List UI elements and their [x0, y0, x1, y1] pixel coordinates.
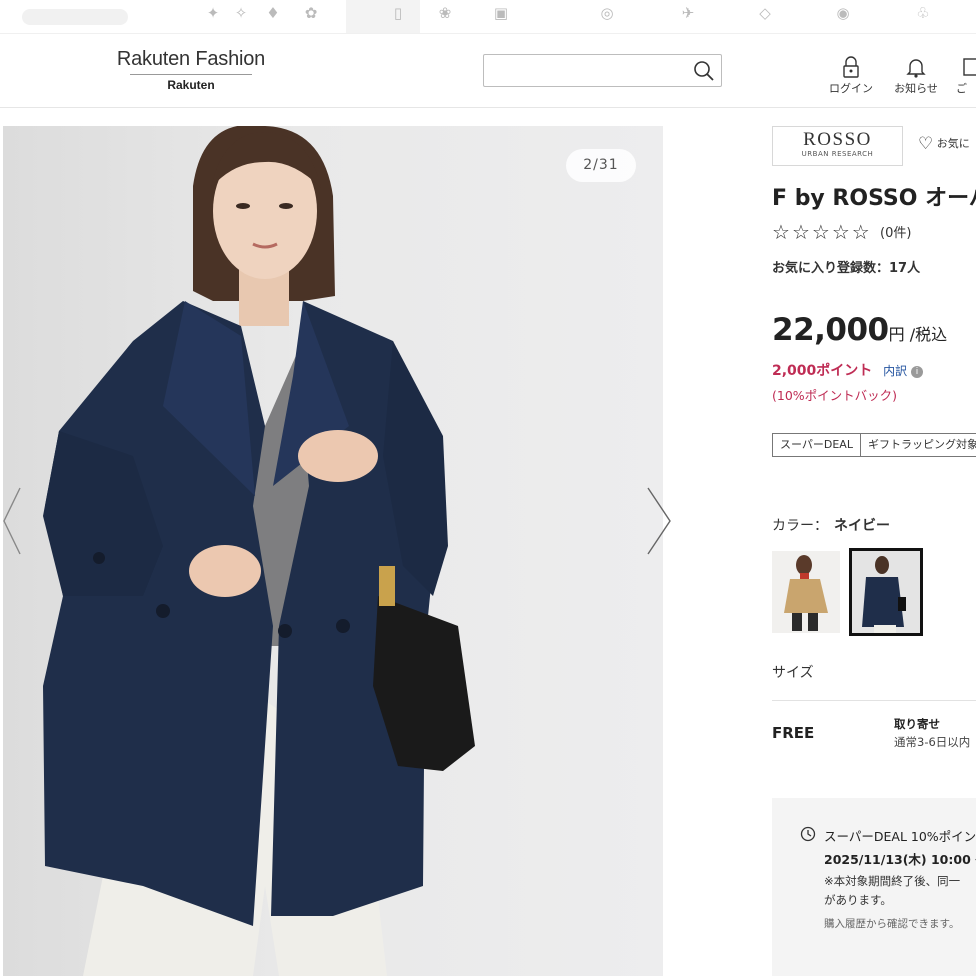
price-value: 22,000 [772, 312, 889, 348]
category-icon[interactable]: ▣ [488, 2, 514, 24]
category-icon[interactable]: ♧ [910, 2, 936, 24]
category-icon[interactable]: ❀ [432, 2, 458, 24]
category-icon[interactable]: ◇ [752, 2, 778, 24]
color-swatch-navy[interactable] [849, 548, 923, 636]
favorite-button[interactable]: ♡ お気に [918, 134, 970, 154]
category-icon[interactable]: ♦ [260, 2, 286, 24]
size-option[interactable]: FREE [772, 724, 814, 742]
deal-title: スーパーDEAL 10%ポイン [824, 829, 976, 844]
site-logo[interactable]: Rakuten Fashion Rakuten [112, 48, 270, 92]
deal-info-box: スーパーDEAL 10%ポイン 2025/11/13(木) 10:00 ～ ※本… [772, 798, 976, 976]
category-icon[interactable]: ◎ [594, 2, 620, 24]
points-breakdown-label: 内訳 [883, 364, 908, 378]
points-breakdown-link[interactable]: 内訳 i [883, 364, 924, 378]
tag-list: スーパーDEAL ギフトラッピング対象 [772, 433, 976, 457]
guide-button[interactable]: ご [956, 56, 976, 96]
category-pill[interactable] [22, 9, 128, 25]
brand-name: ROSSO [803, 129, 872, 150]
delivery-note: 通常3-6日以内 [894, 735, 971, 749]
favorite-label: お気に [936, 137, 970, 150]
product-image[interactable] [3, 126, 663, 976]
logo-wordmark: Rakuten Fashion [116, 48, 266, 70]
price: 22,000円 /税込 [772, 312, 947, 348]
search-input[interactable] [492, 55, 692, 86]
lock-icon [843, 56, 859, 78]
info-icon: i [911, 366, 924, 378]
notice-label: お知らせ [894, 82, 938, 95]
category-icon[interactable]: ◉ [830, 2, 856, 24]
brand-logo[interactable]: ROSSO URBAN RESEARCH [772, 126, 903, 166]
deal-period: 2025/11/13(木) 10:00 ～ [824, 852, 976, 867]
color-label-text: カラー： [772, 518, 828, 534]
brand-subname: URBAN RESEARCH [801, 150, 874, 158]
star-icon: ☆ [811, 220, 832, 244]
site-header: Rakuten Fashion Rakuten ログイン お知らせ ご [0, 34, 976, 108]
category-icon[interactable]: ✧ [228, 2, 254, 24]
category-icon[interactable]: ✈ [675, 2, 701, 24]
guide-icon [963, 58, 976, 76]
tag-super-deal[interactable]: スーパーDEAL [772, 433, 861, 457]
swatch-image [852, 551, 920, 633]
rating-count: (0件) [880, 226, 912, 241]
rating[interactable]: ☆☆☆☆☆ (0件) [772, 220, 911, 244]
deal-note-line: があります。 [824, 893, 892, 907]
order-type: 取り寄せ [894, 717, 940, 731]
price-unit: 円 /税込 [888, 325, 948, 344]
star-icon: ☆ [851, 220, 872, 244]
deal-note-line: ※本対象期間終了後、同一 [824, 874, 961, 888]
points-value: 2,000ポイント [772, 363, 873, 379]
deal-history-note: 購入履歴から確認できます。 [824, 918, 960, 930]
bell-icon [906, 59, 926, 78]
category-icon[interactable]: ▯ [385, 2, 411, 24]
chevron-right-icon[interactable] [644, 486, 674, 556]
color-swatch-beige[interactable] [772, 551, 840, 633]
points: 2,000ポイント 内訳 i [772, 360, 924, 380]
model-photo [43, 126, 475, 976]
clock-icon [800, 826, 816, 842]
color-label: カラー： ネイビー [772, 515, 890, 535]
login-button[interactable]: ログイン [828, 56, 874, 96]
category-strip: ✦ ✧ ♦ ✿ ▯ ❀ ▣ ◎ ✈ ◇ ◉ ♧ [0, 0, 976, 34]
heart-icon: ♡ [918, 134, 934, 154]
star-icon: ☆ [791, 220, 812, 244]
chevron-left-icon[interactable] [0, 486, 30, 556]
star-icon: ☆ [772, 220, 792, 244]
notice-button[interactable]: お知らせ [893, 56, 939, 96]
product-title: F by ROSSO オーバー [772, 186, 976, 211]
login-label: ログイン [829, 82, 873, 95]
category-icon[interactable]: ✿ [298, 2, 324, 24]
guide-label: ご [956, 82, 967, 95]
logo-divider [130, 74, 252, 75]
deal-note: ※本対象期間終了後、同一 があります。 [824, 872, 960, 910]
color-value: ネイビー [834, 518, 890, 534]
size-label: サイズ [772, 665, 814, 681]
swatch-image [772, 551, 840, 633]
image-counter: 2/31 [566, 149, 636, 182]
favorite-count: お気に入り登録数：17人 [772, 261, 921, 276]
search-icon[interactable] [693, 60, 715, 82]
search-box [483, 54, 722, 87]
tag-gift-wrapping[interactable]: ギフトラッピング対象 [859, 433, 976, 457]
divider [772, 700, 976, 701]
point-back: (10%ポイントバック) [772, 388, 898, 403]
product-info: ROSSO URBAN RESEARCH ♡ お気に F by ROSSO オー… [772, 126, 976, 976]
logo-subbrand: Rakuten [167, 78, 215, 92]
category-icon[interactable]: ✦ [200, 2, 226, 24]
star-icon: ☆ [831, 220, 852, 244]
